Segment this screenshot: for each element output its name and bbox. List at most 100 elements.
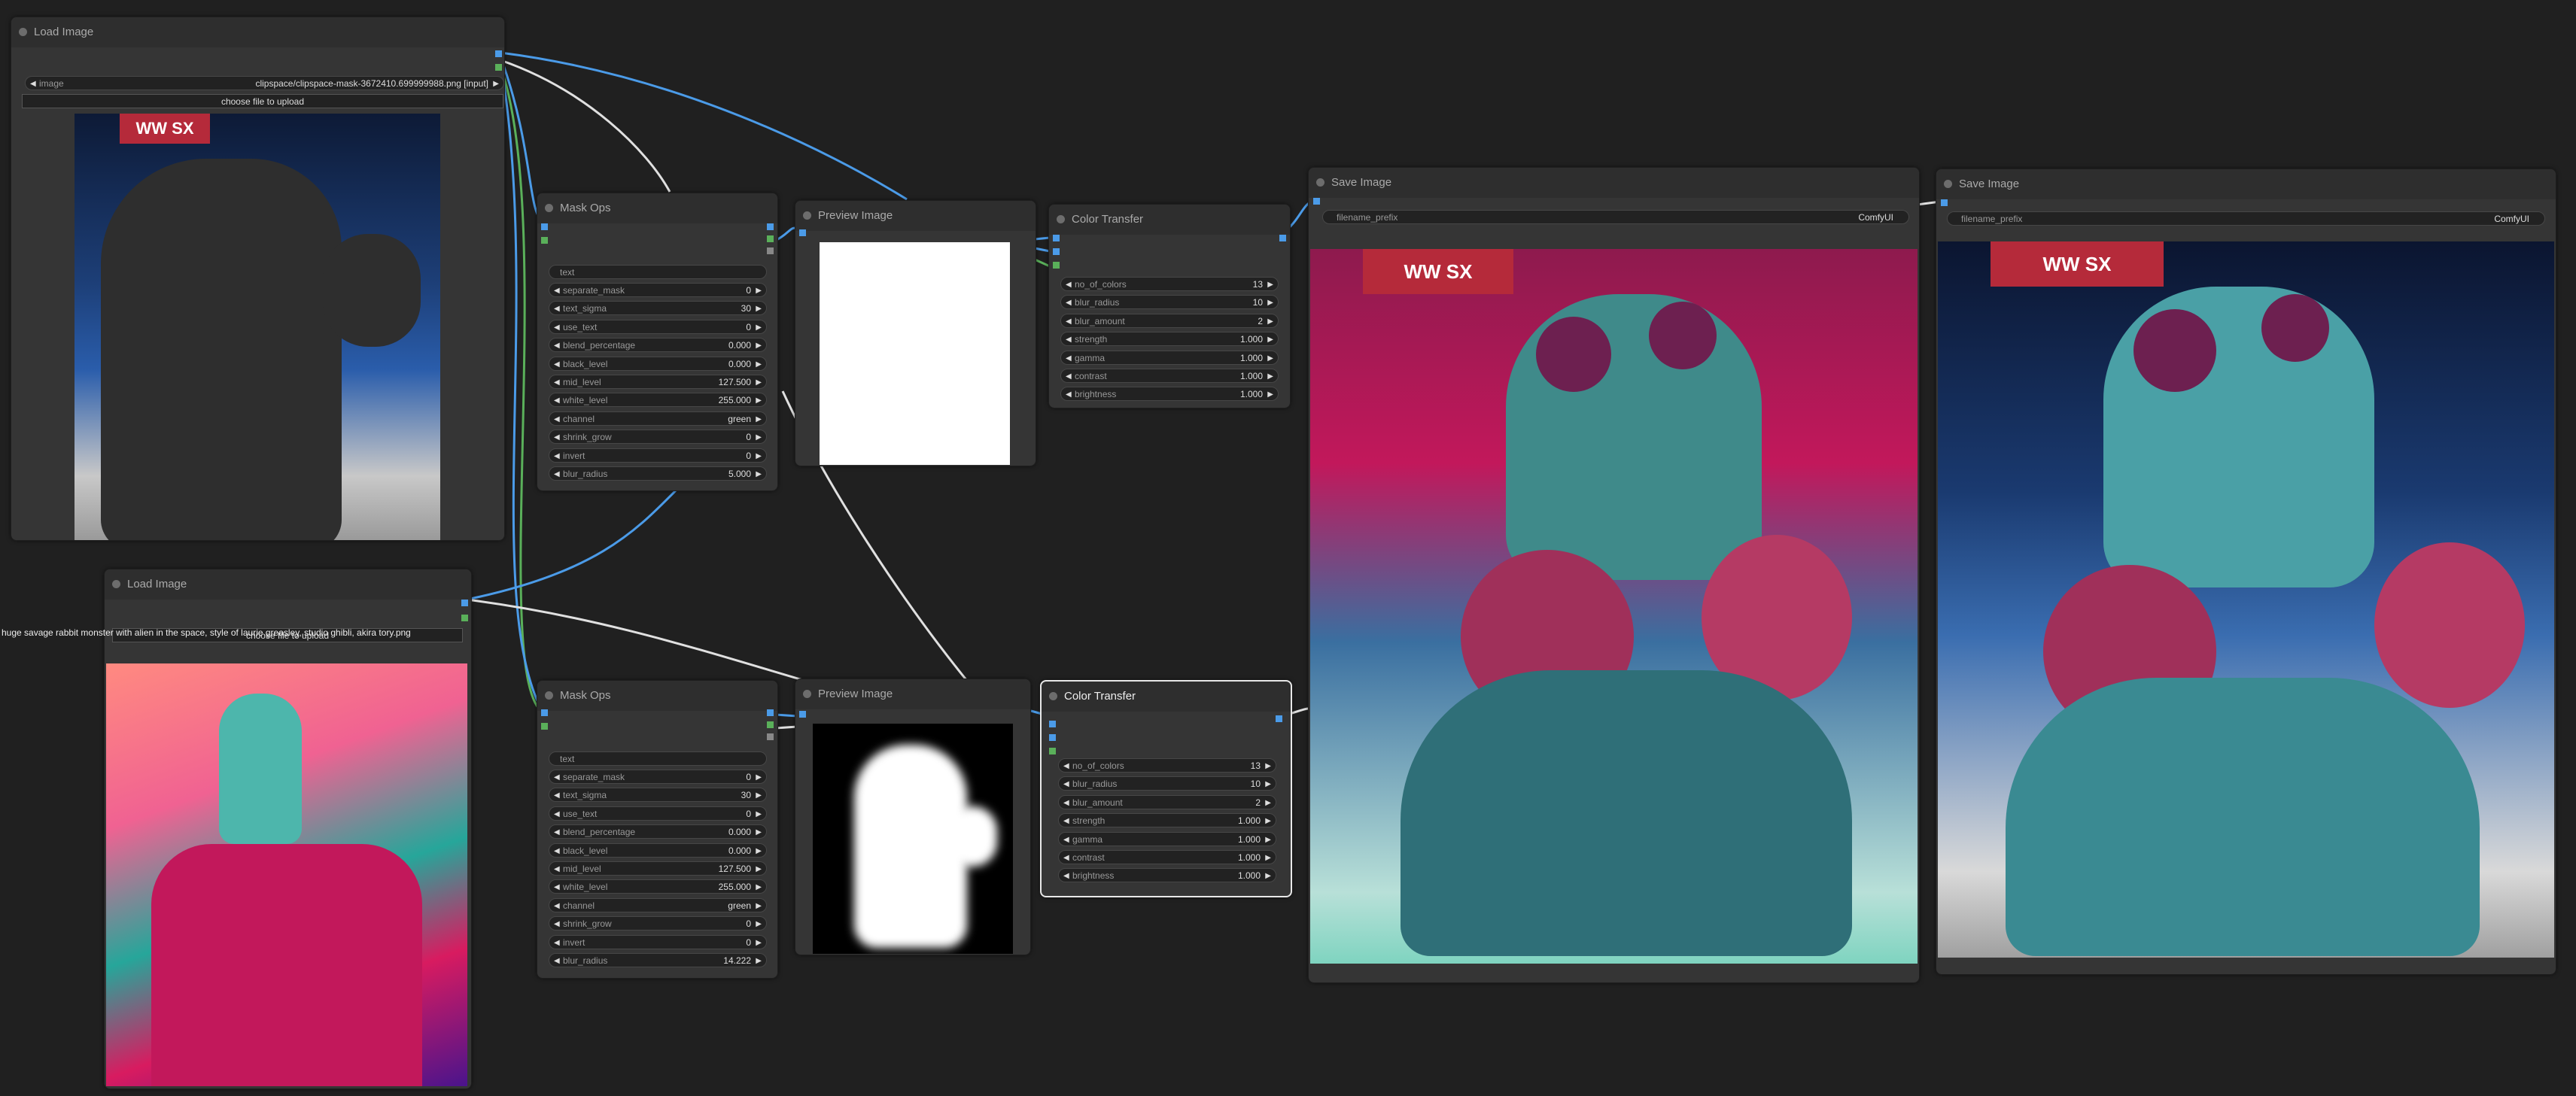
decrement-arrow-icon[interactable]: ◀ bbox=[554, 788, 560, 801]
save-image-node-2[interactable]: Save Image filename_prefix ComfyUI WW SX bbox=[1936, 168, 2556, 975]
number-widget-blur-radius[interactable]: ◀ blur_radius 10 ▶ bbox=[1060, 295, 1279, 310]
decrement-arrow-icon[interactable]: ◀ bbox=[1063, 814, 1069, 827]
decrement-arrow-icon[interactable]: ◀ bbox=[1066, 387, 1072, 400]
decrement-arrow-icon[interactable]: ◀ bbox=[1063, 869, 1069, 882]
decrement-arrow-icon[interactable]: ◀ bbox=[554, 467, 560, 480]
output-image-slot[interactable] bbox=[461, 600, 468, 606]
number-widget-shrink-grow[interactable]: ◀ shrink_grow 0 ▶ bbox=[549, 916, 767, 931]
increment-arrow-icon[interactable]: ▶ bbox=[1265, 759, 1271, 772]
load-image-node-1[interactable]: Load Image ◀ image clipspace/clipspace-m… bbox=[11, 17, 505, 541]
input-mask-slot[interactable] bbox=[1049, 748, 1056, 754]
input-image-slot[interactable] bbox=[541, 709, 548, 716]
increment-arrow-icon[interactable]: ▶ bbox=[756, 844, 762, 857]
decrement-arrow-icon[interactable]: ◀ bbox=[554, 770, 560, 783]
increment-arrow-icon[interactable]: ▶ bbox=[1265, 869, 1271, 882]
increment-arrow-icon[interactable]: ▶ bbox=[756, 899, 762, 912]
collapse-dot-icon[interactable] bbox=[112, 580, 120, 588]
increment-arrow-icon[interactable]: ▶ bbox=[756, 788, 762, 801]
output-mask-slot[interactable] bbox=[767, 721, 774, 728]
decrement-arrow-icon[interactable]: ◀ bbox=[554, 284, 560, 296]
color-transfer-node-2[interactable]: Color Transfer ◀ no_of_colors 13 ▶ ◀ blur_rad… bbox=[1040, 680, 1292, 897]
decrement-arrow-icon[interactable]: ◀ bbox=[554, 449, 560, 462]
collapse-dot-icon[interactable] bbox=[1944, 180, 1952, 188]
decrement-arrow-icon[interactable]: ◀ bbox=[554, 936, 560, 949]
text-input[interactable]: text bbox=[549, 751, 767, 766]
input-mask-slot[interactable] bbox=[541, 237, 548, 244]
increment-arrow-icon[interactable]: ▶ bbox=[1265, 833, 1271, 846]
number-widget-blend-percentage[interactable]: ◀ blend_percentage 0.000 ▶ bbox=[549, 824, 767, 839]
input-image-slot[interactable] bbox=[1053, 235, 1060, 241]
output-image-slot[interactable] bbox=[1276, 715, 1282, 722]
decrement-arrow-icon[interactable]: ◀ bbox=[554, 320, 560, 333]
decrement-arrow-icon[interactable]: ◀ bbox=[1066, 351, 1072, 364]
increment-arrow-icon[interactable]: ▶ bbox=[1265, 796, 1271, 809]
number-widget-separate-mask[interactable]: ◀ separate_mask 0 ▶ bbox=[549, 770, 767, 784]
decrement-arrow-icon[interactable]: ◀ bbox=[1066, 296, 1072, 308]
collapse-dot-icon[interactable] bbox=[803, 211, 811, 220]
input-target-slot[interactable] bbox=[1049, 734, 1056, 741]
number-widget-no-of-colors[interactable]: ◀ no_of_colors 13 ▶ bbox=[1060, 277, 1279, 291]
input-image-slot[interactable] bbox=[799, 229, 806, 236]
number-widget-white-level[interactable]: ◀ white_level 255.000 ▶ bbox=[549, 879, 767, 894]
number-widget-mid-level[interactable]: ◀ mid_level 127.500 ▶ bbox=[549, 375, 767, 389]
number-widget-gamma[interactable]: ◀ gamma 1.000 ▶ bbox=[1060, 350, 1279, 365]
output-extra-slot[interactable] bbox=[767, 247, 774, 254]
decrement-arrow-icon[interactable]: ◀ bbox=[1066, 369, 1072, 382]
increment-arrow-icon[interactable]: ▶ bbox=[756, 412, 762, 425]
collapse-dot-icon[interactable] bbox=[1057, 215, 1065, 223]
increment-arrow-icon[interactable]: ▶ bbox=[756, 825, 762, 838]
number-widget-contrast[interactable]: ◀ contrast 1.000 ▶ bbox=[1058, 850, 1276, 864]
decrement-arrow-icon[interactable]: ◀ bbox=[554, 339, 560, 351]
input-image-slot[interactable] bbox=[541, 223, 548, 230]
color-transfer-node-1[interactable]: Color Transfer ◀ no_of_colors 13 ▶ ◀ blur_rad… bbox=[1048, 204, 1291, 408]
increment-arrow-icon[interactable]: ▶ bbox=[756, 449, 762, 462]
increment-arrow-icon[interactable]: ▶ bbox=[1267, 369, 1273, 382]
increment-arrow-icon[interactable]: ▶ bbox=[1267, 314, 1273, 327]
decrement-arrow-icon[interactable]: ◀ bbox=[1063, 796, 1069, 809]
decrement-arrow-icon[interactable]: ◀ bbox=[554, 357, 560, 370]
increment-arrow-icon[interactable]: ▶ bbox=[756, 320, 762, 333]
number-widget-invert[interactable]: ◀ invert 0 ▶ bbox=[549, 448, 767, 463]
decrement-arrow-icon[interactable]: ◀ bbox=[554, 825, 560, 838]
number-widget-separate-mask[interactable]: ◀ separate_mask 0 ▶ bbox=[549, 283, 767, 297]
decrement-arrow-icon[interactable]: ◀ bbox=[554, 862, 560, 875]
decrement-arrow-icon[interactable]: ◀ bbox=[554, 412, 560, 425]
decrement-arrow-icon[interactable]: ◀ bbox=[554, 917, 560, 930]
filename-prefix-input[interactable]: filename_prefix ComfyUI bbox=[1947, 211, 2545, 226]
collapse-dot-icon[interactable] bbox=[545, 691, 553, 700]
filename-prefix-input[interactable]: filename_prefix ComfyUI bbox=[1322, 210, 1909, 224]
collapse-dot-icon[interactable] bbox=[1316, 178, 1324, 187]
decrement-arrow-icon[interactable]: ◀ bbox=[554, 430, 560, 443]
increment-arrow-icon[interactable]: ▶ bbox=[1265, 777, 1271, 790]
increment-arrow-icon[interactable]: ▶ bbox=[756, 430, 762, 443]
number-widget-blur-amount[interactable]: ◀ blur_amount 2 ▶ bbox=[1060, 313, 1279, 328]
number-widget-mid-level[interactable]: ◀ mid_level 127.500 ▶ bbox=[549, 861, 767, 876]
output-image-slot[interactable] bbox=[767, 223, 774, 230]
input-image-slot[interactable] bbox=[799, 711, 806, 718]
number-widget-blur-radius[interactable]: ◀ blur_radius 14.222 ▶ bbox=[549, 953, 767, 967]
choose-file-button[interactable]: choose file to upload bbox=[22, 94, 503, 108]
number-widget-blur-radius[interactable]: ◀ blur_radius 10 ▶ bbox=[1058, 776, 1276, 791]
image-select-combo[interactable]: huge savage rabbit monster with alien in… bbox=[0, 626, 458, 640]
number-widget-text-sigma[interactable]: ◀ text_sigma 30 ▶ bbox=[549, 788, 767, 803]
output-mask-slot[interactable] bbox=[495, 64, 502, 71]
collapse-dot-icon[interactable] bbox=[545, 204, 553, 212]
increment-arrow-icon[interactable]: ▶ bbox=[756, 880, 762, 893]
increment-arrow-icon[interactable]: ▶ bbox=[756, 339, 762, 351]
load-image-node-2[interactable]: Load Image choose file to upload bbox=[104, 569, 472, 1089]
number-widget-gamma[interactable]: ◀ gamma 1.000 ▶ bbox=[1058, 831, 1276, 846]
number-widget-contrast[interactable]: ◀ contrast 1.000 ▶ bbox=[1060, 369, 1279, 383]
increment-arrow-icon[interactable]: ▶ bbox=[1267, 351, 1273, 364]
increment-arrow-icon[interactable]: ▶ bbox=[1265, 814, 1271, 827]
number-widget-brightness[interactable]: ◀ brightness 1.000 ▶ bbox=[1058, 868, 1276, 883]
number-widget-shrink-grow[interactable]: ◀ shrink_grow 0 ▶ bbox=[549, 430, 767, 445]
number-widget-blend-percentage[interactable]: ◀ blend_percentage 0.000 ▶ bbox=[549, 338, 767, 353]
image-select-combo[interactable]: ◀ image clipspace/clipspace-mask-3672410… bbox=[25, 76, 504, 90]
decrement-arrow-icon[interactable]: ◀ bbox=[554, 393, 560, 406]
decrement-arrow-icon[interactable]: ◀ bbox=[554, 899, 560, 912]
number-widget-no-of-colors[interactable]: ◀ no_of_colors 13 ▶ bbox=[1058, 758, 1276, 773]
output-extra-slot[interactable] bbox=[767, 733, 774, 740]
decrement-arrow-icon[interactable]: ◀ bbox=[1063, 851, 1069, 864]
mask-ops-node-2[interactable]: Mask Ops text ◀ separate_mask 0 ▶ ◀ text_sigm… bbox=[537, 680, 778, 979]
increment-arrow-icon[interactable]: ▶ bbox=[756, 375, 762, 388]
